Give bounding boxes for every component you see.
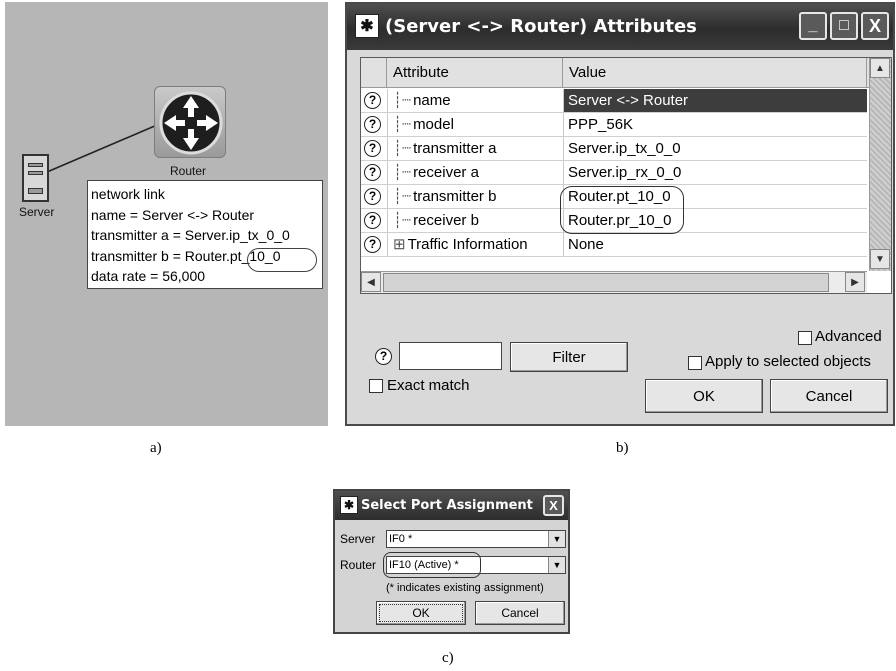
help-icon[interactable]: ? — [364, 212, 381, 229]
router-port-label: Router — [340, 558, 377, 572]
advanced-label: Advanced — [815, 328, 882, 345]
help-icon[interactable]: ? — [375, 348, 392, 365]
header-attribute[interactable]: Attribute — [387, 58, 563, 88]
dialog-title: (Server <-> Router) Attributes — [385, 16, 697, 37]
attr-name: Traffic Information — [407, 236, 528, 253]
dialog-titlebar[interactable]: ✱ Select Port Assignment X — [335, 491, 568, 520]
close-button[interactable]: X — [543, 495, 564, 516]
help-icon[interactable]: ? — [364, 236, 381, 253]
maximize-button[interactable]: □ — [830, 12, 858, 40]
caption-c: c) — [442, 650, 454, 666]
table-row[interactable]: ? ┊┈ receiver a Server.ip_rx_0_0 — [361, 161, 867, 185]
highlight-oval — [560, 186, 684, 234]
attributes-table: Attribute Value ? ┊┈ name Server <-> Rout… — [360, 57, 892, 294]
tree-line: ┊┈ — [393, 188, 412, 205]
highlight-oval — [247, 248, 317, 272]
router-label: Router — [170, 164, 207, 178]
help-icon[interactable]: ? — [364, 140, 381, 157]
help-icon[interactable]: ? — [364, 92, 381, 109]
network-canvas[interactable]: Router Server network link name = Server… — [5, 2, 328, 426]
port-assignment-dialog: ✱ Select Port Assignment X Server IF0 * … — [333, 489, 570, 634]
scroll-down-icon[interactable]: ▼ — [870, 249, 890, 269]
apply-selected-label: Apply to selected objects — [705, 353, 871, 370]
scroll-thumb[interactable] — [383, 273, 829, 292]
attr-value[interactable]: Server <-> Router — [563, 89, 867, 112]
server-icon[interactable] — [22, 154, 49, 202]
attr-name: receiver b — [413, 212, 479, 229]
attr-name: transmitter b — [413, 188, 497, 205]
tooltip-line: network link — [91, 186, 165, 202]
app-star-icon: ✱ — [355, 14, 379, 38]
filter-button-label: Filter — [552, 348, 586, 366]
server-port-label: Server — [340, 532, 376, 546]
cancel-button[interactable]: Cancel — [475, 601, 565, 625]
chevron-down-icon[interactable]: ▼ — [548, 557, 565, 573]
app-star-icon: ✱ — [340, 496, 358, 514]
attr-value[interactable]: Server.ip_tx_0_0 — [563, 137, 867, 160]
header-blank — [361, 58, 387, 88]
dialog-titlebar[interactable]: ✱ (Server <-> Router) Attributes _ □ X — [347, 4, 893, 50]
scroll-right-icon[interactable]: ▶ — [845, 272, 865, 292]
caption-b: b) — [616, 440, 629, 456]
expand-plus-icon[interactable]: ⊞ — [393, 236, 406, 253]
table-row[interactable]: ? ┊┈ model PPP_56K — [361, 113, 867, 137]
attr-name: model — [413, 116, 454, 133]
tree-line: ┊┈ — [393, 212, 412, 229]
server-port-value: IF0 * — [389, 533, 413, 545]
ok-button-label: OK — [412, 606, 430, 620]
cancel-button-label: Cancel — [805, 387, 853, 405]
advanced-checkbox[interactable] — [798, 331, 812, 345]
attr-value[interactable]: PPP_56K — [563, 113, 867, 136]
minimize-button[interactable]: _ — [799, 12, 827, 40]
apply-selected-checkbox[interactable] — [688, 356, 702, 370]
filter-button[interactable]: Filter — [510, 342, 628, 372]
header-value[interactable]: Value — [563, 58, 867, 88]
vertical-scrollbar[interactable]: ▲ ▼ — [869, 58, 891, 271]
router-icon — [159, 91, 223, 155]
tree-line: ┊┈ — [393, 92, 412, 109]
ok-button-label: OK — [693, 387, 715, 405]
tree-line: ┊┈ — [393, 116, 412, 133]
attributes-dialog: ✱ (Server <-> Router) Attributes _ □ X A… — [345, 2, 895, 426]
attr-name: transmitter a — [413, 140, 497, 157]
ok-button[interactable]: OK — [376, 601, 466, 625]
scroll-left-icon[interactable]: ◀ — [361, 272, 381, 292]
server-port-select[interactable]: IF0 * ▼ — [386, 530, 566, 548]
chevron-down-icon[interactable]: ▼ — [548, 531, 565, 547]
assignment-note: (* indicates existing assignment) — [386, 582, 544, 594]
caption-a: a) — [150, 440, 162, 456]
dialog-title: Select Port Assignment — [361, 498, 533, 513]
tree-line: ┊┈ — [393, 140, 412, 157]
tooltip-line: transmitter a = Server.ip_tx_0_0 — [91, 227, 290, 243]
table-row[interactable]: ? ┊┈ name Server <-> Router — [361, 89, 867, 113]
attr-name: receiver a — [413, 164, 479, 181]
attr-name: name — [413, 92, 451, 109]
exact-match-checkbox[interactable] — [369, 379, 383, 393]
table-header: Attribute Value — [361, 58, 891, 88]
help-icon[interactable]: ? — [364, 116, 381, 133]
help-icon[interactable]: ? — [364, 164, 381, 181]
highlight-oval — [383, 552, 481, 578]
cancel-button-label: Cancel — [501, 606, 539, 620]
table-row[interactable]: ? ⊞ Traffic Information None — [361, 233, 867, 257]
help-icon[interactable]: ? — [364, 188, 381, 205]
router-node[interactable] — [154, 86, 226, 158]
exact-match-label: Exact match — [387, 377, 470, 394]
server-label: Server — [19, 205, 55, 219]
horizontal-scrollbar[interactable]: ◀ ▶ — [361, 271, 867, 293]
link-tooltip: network link name = Server <-> Router tr… — [87, 180, 323, 289]
attr-value[interactable]: None — [563, 233, 867, 256]
attr-value[interactable]: Server.ip_rx_0_0 — [563, 161, 867, 184]
tooltip-line: name = Server <-> Router — [91, 206, 255, 223]
ok-button[interactable]: OK — [645, 379, 763, 413]
cancel-button[interactable]: Cancel — [770, 379, 888, 413]
scroll-up-icon[interactable]: ▲ — [870, 58, 890, 78]
close-button[interactable]: X — [861, 12, 889, 40]
table-row[interactable]: ? ┊┈ transmitter a Server.ip_tx_0_0 — [361, 137, 867, 161]
tree-line: ┊┈ — [393, 164, 412, 181]
filter-input[interactable] — [399, 342, 502, 370]
